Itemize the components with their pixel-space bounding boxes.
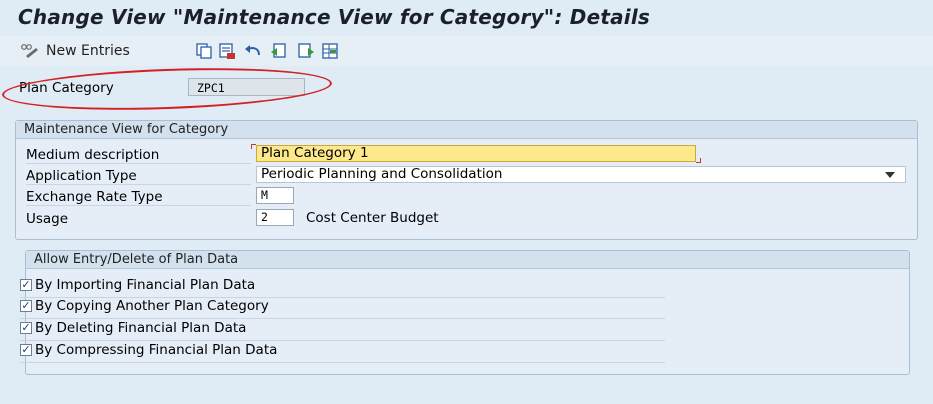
delete-icon[interactable] <box>218 42 236 60</box>
application-type-select[interactable]: Periodic Planning and Consolidation <box>256 166 906 183</box>
checkbox-copying[interactable]: ✓ <box>20 300 32 312</box>
group-title: Allow Entry/Delete of Plan Data <box>26 251 909 269</box>
maintenance-view-group: Maintenance View for Category Medium des… <box>15 120 918 240</box>
application-type-label: Application Type <box>26 168 251 185</box>
usage-description: Cost Center Budget <box>306 210 439 226</box>
display-change-icon[interactable] <box>20 42 40 60</box>
application-type-value: Periodic Planning and Consolidation <box>261 166 503 182</box>
checkbox-row: ✓ By Importing Financial Plan Data <box>20 276 665 298</box>
checkbox-row: ✓ By Copying Another Plan Category <box>20 297 665 319</box>
page-title: Change View "Maintenance View for Catego… <box>18 5 651 29</box>
checkbox-label: By Importing Financial Plan Data <box>35 277 256 293</box>
checkbox-deleting[interactable]: ✓ <box>20 322 32 334</box>
checkbox-row: ✓ By Deleting Financial Plan Data <box>20 319 665 341</box>
checkbox-label: By Deleting Financial Plan Data <box>35 320 247 336</box>
medium-description-label: Medium description <box>26 147 251 164</box>
group-title: Maintenance View for Category <box>16 121 917 139</box>
focus-corner-mark <box>696 158 701 163</box>
checkbox-row: ✓ By Compressing Financial Plan Data <box>20 341 665 363</box>
title-bar: Change View "Maintenance View for Catego… <box>0 0 933 36</box>
checkbox-label: By Copying Another Plan Category <box>35 298 269 314</box>
undo-icon[interactable] <box>243 42 263 60</box>
next-entry-icon[interactable] <box>297 42 315 60</box>
usage-input[interactable]: 2 <box>256 209 294 226</box>
exchange-rate-type-label: Exchange Rate Type <box>26 189 251 206</box>
usage-label: Usage <box>26 211 69 227</box>
checkbox-label: By Compressing Financial Plan Data <box>35 342 278 358</box>
previous-entry-icon[interactable] <box>270 42 288 60</box>
dropdown-arrow-icon[interactable] <box>885 172 895 178</box>
copy-icon[interactable] <box>195 42 213 60</box>
select-all-icon[interactable] <box>321 42 339 60</box>
exchange-rate-type-input[interactable]: M <box>256 187 294 204</box>
medium-description-input[interactable]: Plan Category 1 <box>256 145 696 162</box>
checkbox-compressing[interactable]: ✓ <box>20 344 32 356</box>
application-toolbar: New Entries <box>0 36 933 66</box>
red-highlight-oval <box>1 63 333 115</box>
new-entries-button[interactable]: New Entries <box>46 43 130 59</box>
checkbox-importing[interactable]: ✓ <box>20 279 32 291</box>
